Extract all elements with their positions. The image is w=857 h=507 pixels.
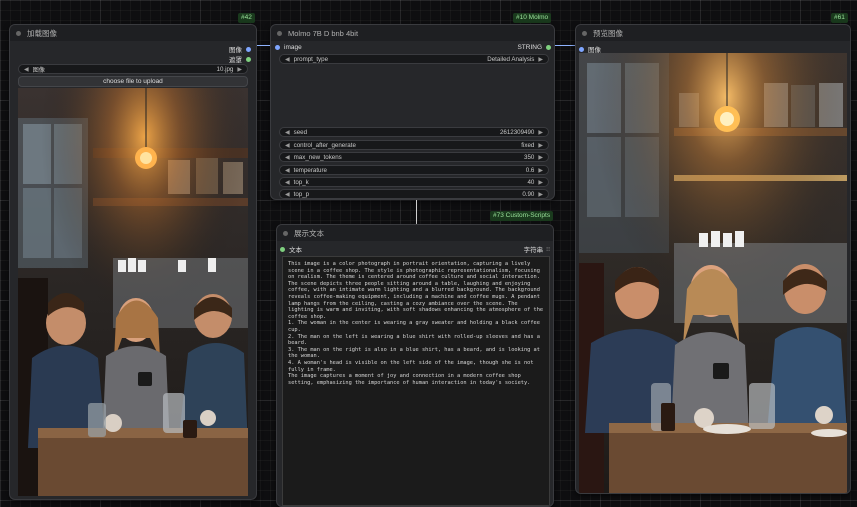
widget-label: top_p	[293, 190, 310, 198]
widget-value: 10.jpg	[216, 65, 234, 73]
widget-value: 40	[527, 178, 535, 186]
node-title: 加载图像	[27, 28, 57, 38]
node-id-badge: #73 Custom-Scripts	[490, 211, 554, 221]
node-title: 展示文本	[294, 228, 324, 238]
input-connector-icon[interactable]	[280, 246, 285, 252]
widget-label: prompt_type	[293, 55, 329, 63]
image-combo-widget[interactable]: ◀ 图像 10.jpg ▶	[18, 64, 248, 74]
arrow-left-icon[interactable]: ◀	[24, 66, 29, 73]
arrow-left-icon[interactable]: ◀	[285, 154, 290, 161]
widget-value: Detailed Analysis	[487, 55, 535, 63]
slot-label: 遮罩	[229, 57, 242, 64]
list-output-icon[interactable]: ⁝⁝	[546, 246, 550, 253]
show-text-node[interactable]: 展示文本 文本 字符串 ⁝⁝ This image is a color pho…	[276, 224, 554, 507]
arrow-right-icon[interactable]: ▶	[538, 142, 543, 149]
connection-wire[interactable]	[555, 45, 575, 46]
connection-wire[interactable]	[257, 45, 270, 46]
widget-label: control_after_generate	[293, 141, 356, 149]
widget-label: seed	[293, 128, 308, 136]
widget-value: 2612309490	[499, 128, 535, 136]
arrow-right-icon[interactable]: ▶	[538, 191, 543, 198]
node-id-badge: #61	[831, 13, 848, 23]
widget-value: fixed	[521, 141, 535, 149]
loaded-image-preview	[18, 88, 248, 496]
node-header[interactable]: Molmo 7B D bnb 4bit	[271, 25, 554, 41]
arrow-left-icon[interactable]: ◀	[285, 179, 290, 186]
arrow-right-icon[interactable]: ▶	[538, 154, 543, 161]
max-new-tokens-widget[interactable]: ◀ max_new_tokens 350 ▶	[279, 152, 549, 162]
input-slot-text[interactable]: 文本	[280, 244, 302, 254]
top-k-widget[interactable]: ◀ top_k 40 ▶	[279, 177, 549, 187]
slot-label: 文本	[289, 247, 302, 254]
output-connector-icon[interactable]	[246, 46, 251, 52]
node-header[interactable]: 加载图像	[10, 25, 256, 41]
slot-label: 字符串	[523, 247, 544, 254]
node-id-badge: #42	[238, 13, 255, 23]
collapse-dot-icon[interactable]	[582, 30, 587, 36]
slot-label: 图像	[229, 47, 242, 54]
output-slot-mask[interactable]: 遮罩	[229, 54, 251, 64]
upload-button[interactable]: choose file to upload	[18, 76, 248, 87]
node-id-badge: #10 Molmo	[513, 13, 552, 23]
load-image-node[interactable]: 加载图像 图像 遮罩 ◀ 图像 10.jpg ▶ choose file to …	[9, 24, 257, 500]
widget-value: 0.6	[525, 166, 535, 174]
arrow-left-icon[interactable]: ◀	[285, 191, 290, 198]
preview-image-node[interactable]: 预览图像 图像	[575, 24, 851, 494]
control-after-generate-widget[interactable]: ◀ control_after_generate fixed ▶	[279, 140, 549, 150]
prompt-type-widget[interactable]: ◀ prompt_type Detailed Analysis ▶	[279, 54, 549, 64]
cafe-photo	[18, 88, 248, 496]
node-title: 预览图像	[593, 28, 623, 38]
collapse-dot-icon[interactable]	[283, 230, 288, 236]
widget-value: 350	[524, 153, 535, 161]
arrow-right-icon[interactable]: ▶	[538, 129, 543, 136]
molmo-node[interactable]: Molmo 7B D bnb 4bit image STRING ◀ promp…	[270, 24, 555, 200]
arrow-left-icon[interactable]: ◀	[285, 142, 290, 149]
arrow-right-icon[interactable]: ▶	[538, 167, 543, 174]
connection-wire[interactable]	[416, 200, 417, 224]
node-header[interactable]: 展示文本	[277, 225, 553, 241]
collapse-dot-icon[interactable]	[16, 30, 21, 36]
preview-image	[579, 53, 847, 493]
result-text-area[interactable]: This image is a color photograph in port…	[282, 256, 550, 506]
output-slot-string[interactable]: STRING	[517, 44, 551, 51]
input-connector-icon[interactable]	[275, 45, 280, 50]
output-slot-image[interactable]: 图像	[229, 44, 251, 54]
arrow-right-icon[interactable]: ▶	[538, 56, 543, 63]
seed-widget[interactable]: ◀ seed 2612309490 ▶	[279, 127, 549, 137]
arrow-right-icon[interactable]: ▶	[237, 66, 242, 73]
input-slot-image[interactable]: image	[275, 44, 302, 51]
node-header[interactable]: 预览图像	[576, 25, 850, 41]
output-slot-string[interactable]: 字符串 ⁝⁝	[523, 244, 550, 255]
arrow-left-icon[interactable]: ◀	[285, 167, 290, 174]
widget-label: max_new_tokens	[293, 153, 342, 161]
output-connector-icon[interactable]	[246, 56, 251, 62]
collapse-dot-icon[interactable]	[277, 30, 282, 36]
arrow-right-icon[interactable]: ▶	[538, 179, 543, 186]
widget-label: 图像	[32, 66, 45, 74]
temperature-widget[interactable]: ◀ temperature 0.6 ▶	[279, 165, 549, 175]
arrow-left-icon[interactable]: ◀	[285, 56, 290, 63]
widget-value: 0.90	[522, 190, 535, 198]
slot-label: image	[284, 44, 302, 51]
slot-label: STRING	[517, 44, 542, 51]
cafe-photo	[579, 53, 847, 493]
top-p-widget[interactable]: ◀ top_p 0.90 ▶	[279, 189, 549, 199]
output-connector-icon[interactable]	[546, 45, 551, 50]
input-connector-icon[interactable]	[579, 46, 584, 52]
widget-label: top_k	[293, 178, 309, 186]
node-title: Molmo 7B D bnb 4bit	[288, 28, 359, 38]
arrow-left-icon[interactable]: ◀	[285, 129, 290, 136]
widget-label: temperature	[293, 166, 327, 174]
